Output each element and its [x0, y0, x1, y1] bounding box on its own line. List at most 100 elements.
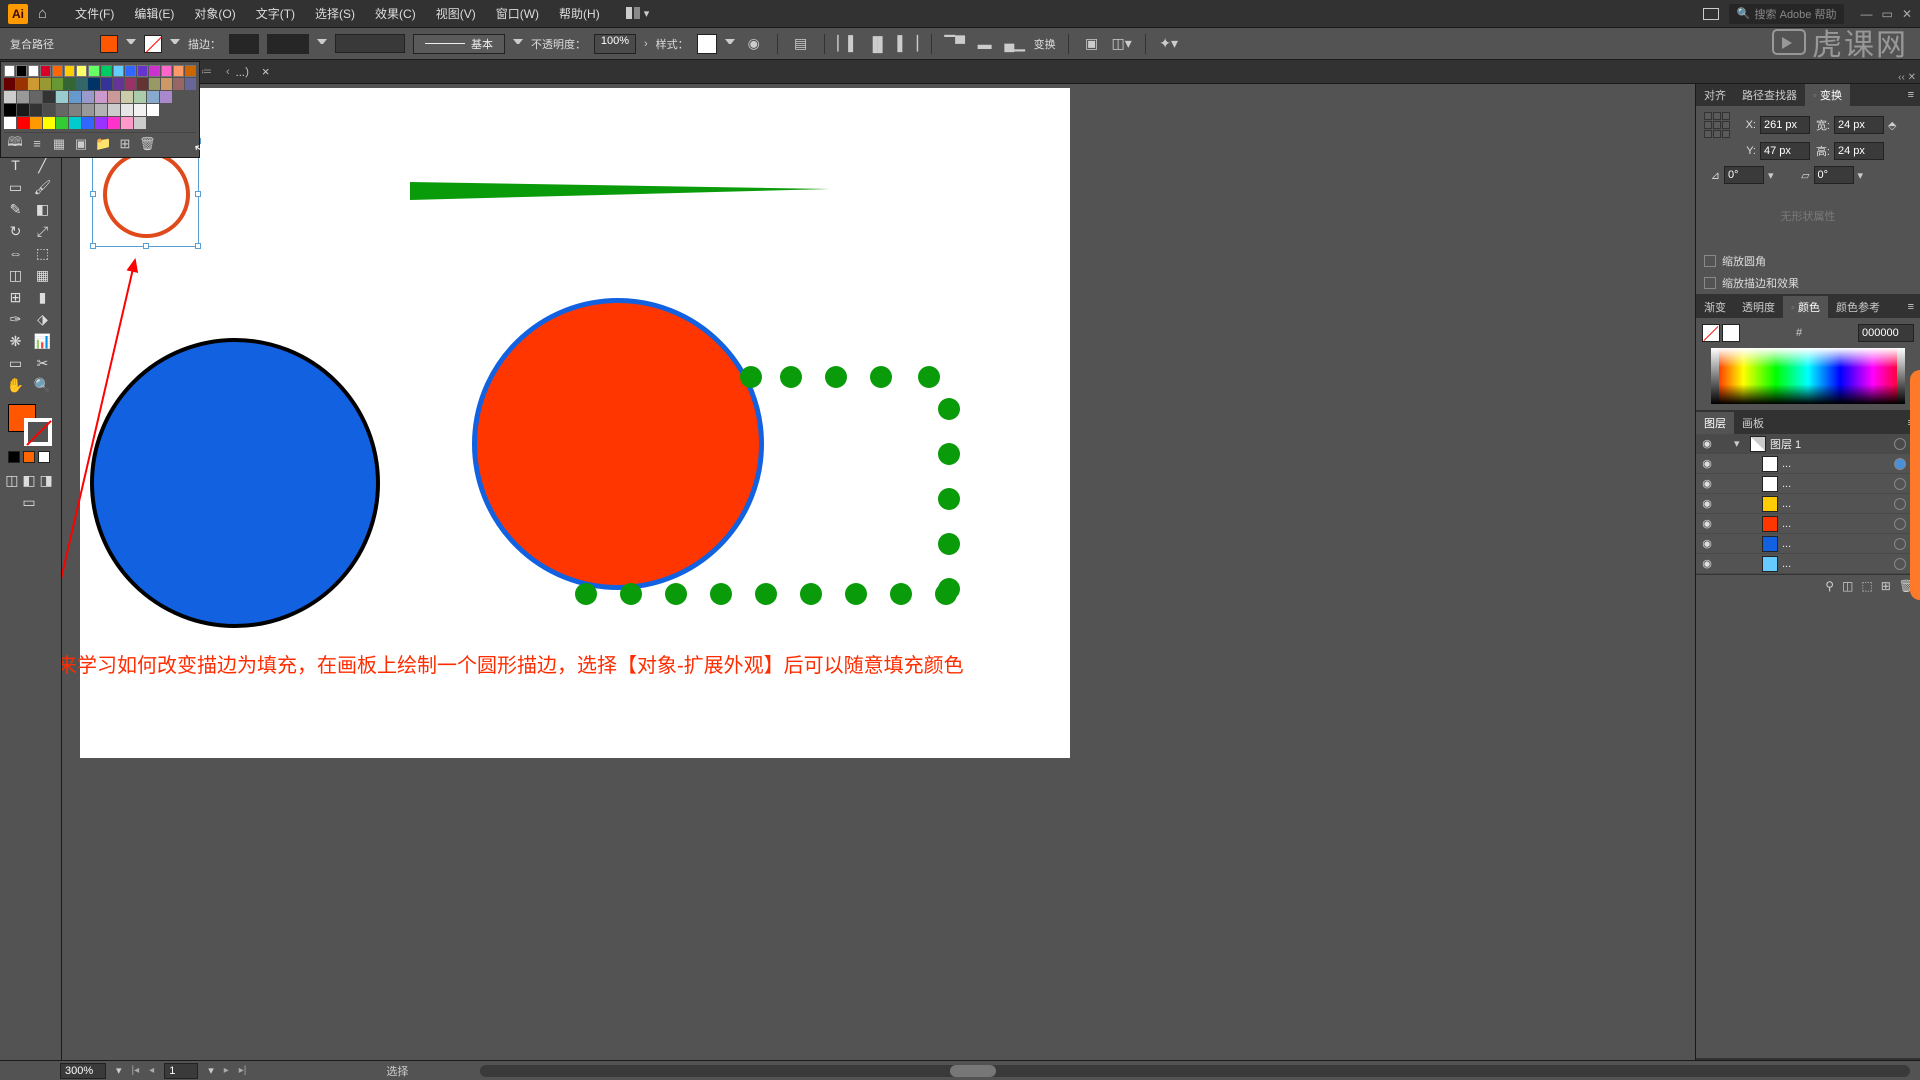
h-input[interactable] [1834, 142, 1884, 160]
width-tool[interactable]: ⇔ [2, 242, 29, 264]
minimize-icon[interactable]: — [1860, 7, 1872, 21]
swatch-color[interactable] [43, 91, 55, 103]
swatch-color[interactable] [56, 91, 68, 103]
layer-item-row[interactable]: ◉ ... [1696, 514, 1920, 534]
x-input[interactable] [1760, 116, 1810, 134]
swatch-color[interactable] [95, 104, 107, 116]
target-icon[interactable] [1894, 438, 1906, 450]
swatch-color[interactable] [69, 117, 81, 129]
green-dot-shape[interactable] [755, 583, 777, 605]
home-icon[interactable]: ⌂ [38, 5, 47, 22]
green-dot-shape[interactable] [575, 583, 597, 605]
screen-mode-button[interactable]: ▭ [2, 491, 56, 513]
swatch-color[interactable] [125, 78, 136, 90]
close-icon[interactable]: ✕ [1902, 7, 1912, 21]
swatch-color[interactable] [40, 78, 51, 90]
swatch-color[interactable] [108, 104, 120, 116]
panel-menu-icon[interactable]: ≡ [1902, 301, 1920, 313]
tab-transparency[interactable]: 透明度 [1734, 296, 1783, 318]
expand-icon[interactable]: ▾ [1734, 437, 1746, 450]
swatch-color[interactable] [40, 65, 51, 77]
swatch-options-icon[interactable]: ▦ [51, 136, 67, 152]
scale-tool[interactable]: ⤢ [29, 220, 56, 242]
tab-close-icon[interactable]: × [262, 64, 270, 79]
visibility-icon[interactable]: ◉ [1700, 437, 1714, 450]
swatch-color[interactable] [149, 65, 160, 77]
swatch-color[interactable] [4, 65, 15, 77]
gradient-tool[interactable]: ▮ [29, 286, 56, 308]
stroke-dropdown-icon[interactable] [170, 39, 180, 49]
tab-pathfinder[interactable]: 路径查找器 [1734, 84, 1805, 106]
green-dot-shape[interactable] [935, 583, 957, 605]
swatch-color[interactable] [137, 65, 148, 77]
swatch-color[interactable] [101, 65, 112, 77]
search-input[interactable]: 🔍 搜索 Adobe 帮助 [1729, 4, 1845, 24]
fill-dropdown-icon[interactable] [126, 39, 136, 49]
swatch-menu-icon[interactable]: ≡ [29, 136, 45, 151]
locate-icon[interactable]: ⚲ [1825, 579, 1834, 593]
swatch-color[interactable] [69, 104, 81, 116]
new-sublayer-icon[interactable]: ⬚ [1861, 579, 1872, 593]
swatch-color[interactable] [185, 65, 196, 77]
swatch-group-icon[interactable]: ▣ [73, 136, 89, 152]
brush-dd-icon[interactable] [513, 39, 523, 49]
menu-edit[interactable]: 编辑(E) [124, 5, 184, 22]
isolate-icon[interactable]: ▣ [1081, 33, 1103, 55]
stroke-profile-dropdown[interactable] [267, 34, 309, 54]
hand-tool[interactable]: ✋ [2, 374, 29, 396]
artboard-nav-input[interactable] [164, 1063, 198, 1079]
panel-menu-icon[interactable]: ≡ [1902, 89, 1920, 101]
swatch-color[interactable] [16, 65, 27, 77]
layer-item-row[interactable]: ◉ ... [1696, 474, 1920, 494]
layer-item-name[interactable]: ... [1782, 558, 1890, 570]
green-wedge-shape[interactable] [410, 178, 830, 200]
green-dot-shape[interactable] [780, 366, 802, 388]
swatch-color[interactable] [88, 65, 99, 77]
layer-item-name[interactable]: ... [1782, 478, 1890, 490]
layer-item-name[interactable]: ... [1782, 518, 1890, 530]
visibility-icon[interactable]: ◉ [1700, 457, 1714, 470]
tab-color-guide[interactable]: 颜色参考 [1828, 296, 1888, 318]
small-circle-shape[interactable] [103, 151, 190, 238]
layout-icon[interactable] [1703, 8, 1719, 20]
visibility-icon[interactable]: ◉ [1700, 517, 1714, 530]
swatch-color[interactable] [4, 104, 16, 116]
arrange-docs-icon[interactable]: ▾ [626, 7, 650, 20]
stroke-profile-dd-icon[interactable] [317, 39, 327, 49]
first-artboard-icon[interactable]: |◂ [132, 1065, 140, 1076]
swatch-new-folder-icon[interactable]: 📁 [95, 136, 111, 152]
swatch-color[interactable] [173, 78, 184, 90]
swatch-color[interactable] [125, 65, 136, 77]
swatch-color[interactable] [101, 78, 112, 90]
swatch-color[interactable] [43, 104, 55, 116]
style-dd-icon[interactable] [725, 39, 735, 49]
swatch-color[interactable] [4, 78, 15, 90]
swatch-color[interactable] [17, 104, 29, 116]
artboard-tool[interactable]: ▭ [2, 352, 29, 374]
color-none-swatch[interactable] [1702, 324, 1720, 342]
graphic-style-swatch[interactable] [697, 34, 717, 54]
green-dot-shape[interactable] [870, 366, 892, 388]
menu-type[interactable]: 文字(T) [246, 5, 305, 22]
swatch-color[interactable] [95, 117, 107, 129]
layer-item-name[interactable]: ... [1782, 538, 1890, 550]
rotate-tool[interactable]: ↻ [2, 220, 29, 242]
menu-file[interactable]: 文件(F) [65, 5, 124, 22]
green-dot-shape[interactable] [938, 443, 960, 465]
color-mode-buttons[interactable] [2, 451, 56, 463]
swatch-color[interactable] [82, 104, 94, 116]
swatch-color[interactable] [134, 104, 146, 116]
swatch-color[interactable] [82, 117, 94, 129]
zoom-input[interactable] [60, 1063, 106, 1079]
swatch-delete-icon[interactable]: 🗑 [139, 136, 155, 152]
layer-item-row[interactable]: ◉ ... [1696, 494, 1920, 514]
green-dot-shape[interactable] [938, 398, 960, 420]
green-dot-shape[interactable] [845, 583, 867, 605]
swatch-color[interactable] [121, 104, 133, 116]
rotate-input[interactable] [1724, 166, 1764, 184]
swatch-library-icon[interactable]: 🕮 [7, 133, 23, 155]
stroke-swatch[interactable] [144, 35, 162, 53]
document-tab[interactable]: ‹ ...） × [216, 61, 279, 83]
shape-builder-tool[interactable]: ◫ [2, 264, 29, 286]
color-spectrum[interactable] [1711, 348, 1905, 404]
